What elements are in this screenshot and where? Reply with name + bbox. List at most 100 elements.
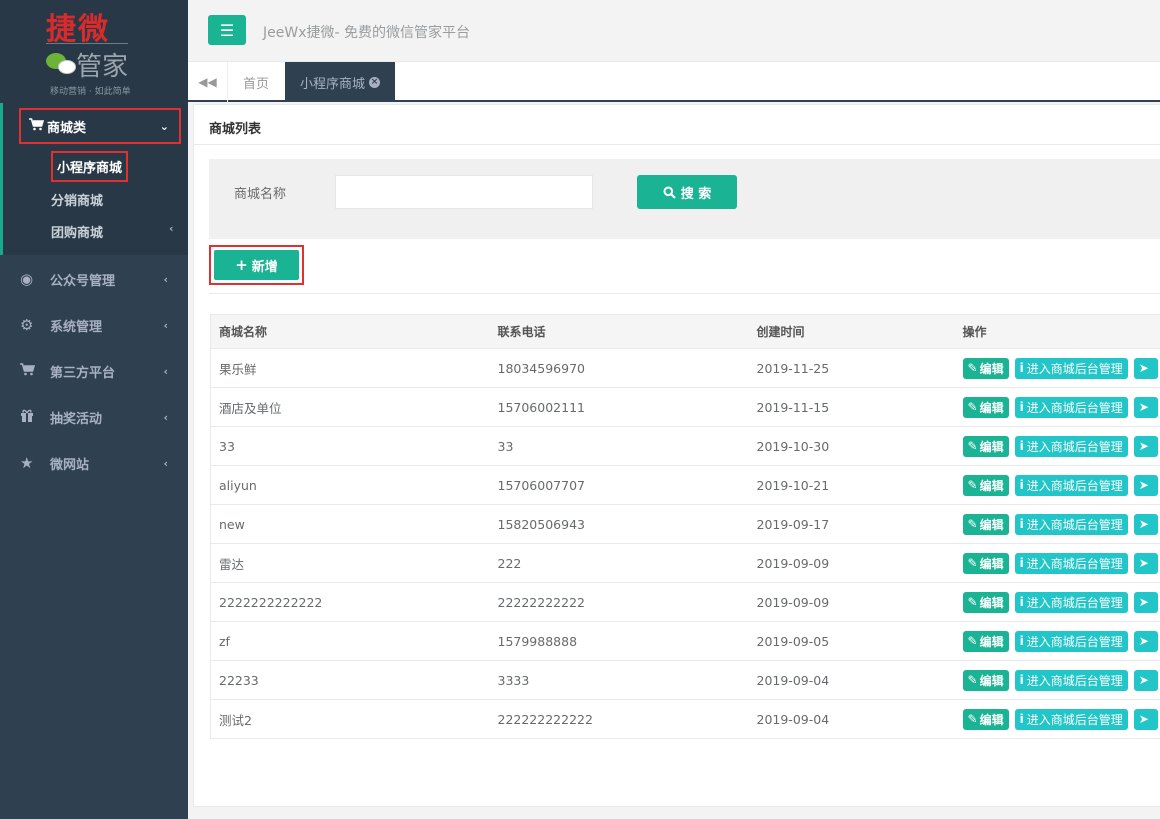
enter-mall-admin-button[interactable]: i 进入商城后台管理 (1014, 435, 1128, 457)
row-actions: ✎ 编辑 i 进入商城后台管理 ➤ (962, 435, 1160, 457)
logo-brand: 管家 (46, 49, 128, 82)
sidebar-item-third-party[interactable]: 第三方平台 ‹ (0, 348, 188, 394)
logo-title: 捷微 (46, 12, 110, 47)
table-row: zf 1579988888 2019-09-05 ✎ 编辑 i 进入商城后台管理 ➤ (210, 621, 1160, 661)
mall-name-input[interactable] (335, 175, 593, 209)
edit-button-label: 编辑 (979, 673, 1004, 688)
phone-cell: 33 (489, 426, 749, 466)
mall-name-cell: aliyun (210, 465, 490, 505)
chevron-left-icon: ‹ (163, 456, 168, 470)
edit-button[interactable]: ✎ 编辑 (962, 552, 1009, 574)
enter-mall-admin-button[interactable]: i 进入商城后台管理 (1014, 630, 1128, 652)
enter-mall-admin-button[interactable]: i 进入商城后台管理 (1014, 513, 1128, 535)
phone-cell: 18034596970 (489, 348, 749, 388)
tabs-scroll-left-button[interactable]: ◀◀ (188, 62, 228, 102)
mall-name-cell: 果乐鲜 (210, 348, 490, 388)
search-button-label: 搜 索 (680, 186, 712, 202)
created-time-cell: 2019-10-21 (748, 465, 955, 505)
chevron-left-icon: ‹ (163, 364, 168, 378)
row-actions: ✎ 编辑 i 进入商城后台管理 ➤ (962, 552, 1160, 574)
created-time-cell: 2019-09-04 (748, 699, 955, 739)
info-icon: i (1019, 634, 1024, 648)
edit-icon: ✎ (967, 712, 978, 726)
send-button[interactable]: ➤ (1133, 669, 1158, 691)
actions-cell: ✎ 编辑 i 进入商城后台管理 ➤ (954, 699, 1160, 739)
phone-cell: 222 (489, 543, 749, 583)
enter-mall-admin-label: 进入商城后台管理 (1026, 595, 1123, 610)
enter-mall-admin-button[interactable]: i 进入商城后台管理 (1014, 396, 1128, 418)
sidebar-item-wechat[interactable]: ◉ 公众号管理 ‹ (0, 256, 188, 302)
actions-cell: ✎ 编辑 i 进入商城后台管理 ➤ (954, 543, 1160, 583)
sidebar-item-system[interactable]: ⚙ 系统管理 ‹ (0, 302, 188, 348)
actions-cell: ✎ 编辑 i 进入商城后台管理 ➤ (954, 504, 1160, 544)
cart-icon (20, 362, 50, 380)
info-icon: i (1019, 712, 1024, 726)
send-button[interactable]: ➤ (1133, 708, 1158, 730)
enter-mall-admin-label: 进入商城后台管理 (1026, 556, 1123, 571)
edit-button[interactable]: ✎ 编辑 (962, 396, 1009, 418)
table-row: 雷达 222 2019-09-09 ✎ 编辑 i 进入商城后台管理 ➤ (210, 543, 1160, 583)
info-icon: i (1019, 556, 1024, 570)
created-time-cell: 2019-11-15 (748, 387, 955, 427)
tab-home[interactable]: 首页 (228, 62, 284, 102)
actions-cell: ✎ 编辑 i 进入商城后台管理 ➤ (954, 426, 1160, 466)
logo-divider (46, 43, 128, 44)
mall-table: 商城名称 联系电话 创建时间 操作 果乐鲜 18034596970 2019-11-… (210, 314, 1160, 739)
edit-icon: ✎ (967, 400, 978, 414)
edit-button[interactable]: ✎ 编辑 (962, 708, 1009, 730)
menu-group-mall-toggle[interactable]: 商城类 ⌄ (19, 108, 181, 144)
send-button[interactable]: ➤ (1133, 552, 1158, 574)
row-actions: ✎ 编辑 i 进入商城后台管理 ➤ (962, 708, 1160, 730)
phone-cell: 15820506943 (489, 504, 749, 544)
send-button[interactable]: ➤ (1133, 474, 1158, 496)
edit-button[interactable]: ✎ 编辑 (962, 630, 1009, 652)
add-button[interactable]: + 新增 (214, 250, 299, 280)
enter-mall-admin-button[interactable]: i 进入商城后台管理 (1014, 708, 1128, 730)
paper-plane-icon: ➤ (1138, 712, 1149, 726)
actions-cell: ✎ 编辑 i 进入商城后台管理 ➤ (954, 621, 1160, 661)
send-button[interactable]: ➤ (1133, 357, 1158, 379)
mall-name-cell: 酒店及单位 (210, 387, 490, 427)
edit-button[interactable]: ✎ 编辑 (962, 591, 1009, 613)
close-icon[interactable]: × (369, 76, 381, 88)
chevron-left-icon: ‹ (163, 272, 168, 286)
app-title: JeeWx捷微- 免费的微信管家平台 (263, 25, 470, 41)
enter-mall-admin-button[interactable]: i 进入商城后台管理 (1014, 669, 1128, 691)
info-icon: i (1019, 595, 1024, 609)
send-button[interactable]: ➤ (1133, 435, 1158, 457)
hamburger-icon: ☰ (219, 20, 235, 40)
edit-button[interactable]: ✎ 编辑 (962, 513, 1009, 535)
edit-button-label: 编辑 (979, 478, 1004, 493)
edit-button-label: 编辑 (979, 595, 1004, 610)
menu-toggle-button[interactable]: ☰ (208, 15, 246, 45)
sidebar-item-mini-program-mall[interactable]: 小程序商城 (51, 151, 129, 182)
sidebar-item-distribution-mall[interactable]: 分销商城 (51, 190, 103, 209)
sidebar-item-lottery[interactable]: 抽奖活动 ‹ (0, 394, 188, 440)
edit-button[interactable]: ✎ 编辑 (962, 357, 1009, 379)
table-row: 酒店及单位 15706002111 2019-11-15 ✎ 编辑 i 进入商城后台管理 ➤ (210, 387, 1160, 427)
enter-mall-admin-button[interactable]: i 进入商城后台管理 (1014, 591, 1128, 613)
edit-button-label: 编辑 (979, 439, 1004, 454)
tab-mini-program-mall[interactable]: 小程序商城 × (285, 62, 396, 102)
sidebar-item-group-buy-mall[interactable]: 团购商城 ‹ (51, 222, 174, 241)
edit-button[interactable]: ✎ 编辑 (962, 474, 1009, 496)
chevron-left-icon: ‹ (163, 318, 168, 332)
top-bar: ☰ JeeWx捷微- 免费的微信管家平台 (188, 0, 1160, 62)
edit-button[interactable]: ✎ 编辑 (962, 435, 1009, 457)
edit-button[interactable]: ✎ 编辑 (962, 669, 1009, 691)
search-button[interactable]: 搜 索 (637, 175, 737, 209)
send-button[interactable]: ➤ (1133, 630, 1158, 652)
sidebar: 捷微 管家 移动营销 · 如此简单 商城类 ⌄ 小程序商城 分销商城 团购商城 … (0, 0, 188, 819)
enter-mall-admin-button[interactable]: i 进入商城后台管理 (1014, 357, 1128, 379)
send-button[interactable]: ➤ (1133, 513, 1158, 535)
send-button[interactable]: ➤ (1133, 591, 1158, 613)
enter-mall-admin-button[interactable]: i 进入商城后台管理 (1014, 552, 1128, 574)
search-label: 商城名称 (234, 187, 287, 202)
send-button[interactable]: ➤ (1133, 396, 1158, 418)
actions-cell: ✎ 编辑 i 进入商城后台管理 ➤ (954, 348, 1160, 388)
paper-plane-icon: ➤ (1138, 361, 1149, 375)
phone-cell: 15706002111 (489, 387, 749, 427)
sidebar-item-microsite[interactable]: ★ 微网站 ‹ (0, 440, 188, 486)
enter-mall-admin-button[interactable]: i 进入商城后台管理 (1014, 474, 1128, 496)
actions-cell: ✎ 编辑 i 进入商城后台管理 ➤ (954, 582, 1160, 622)
